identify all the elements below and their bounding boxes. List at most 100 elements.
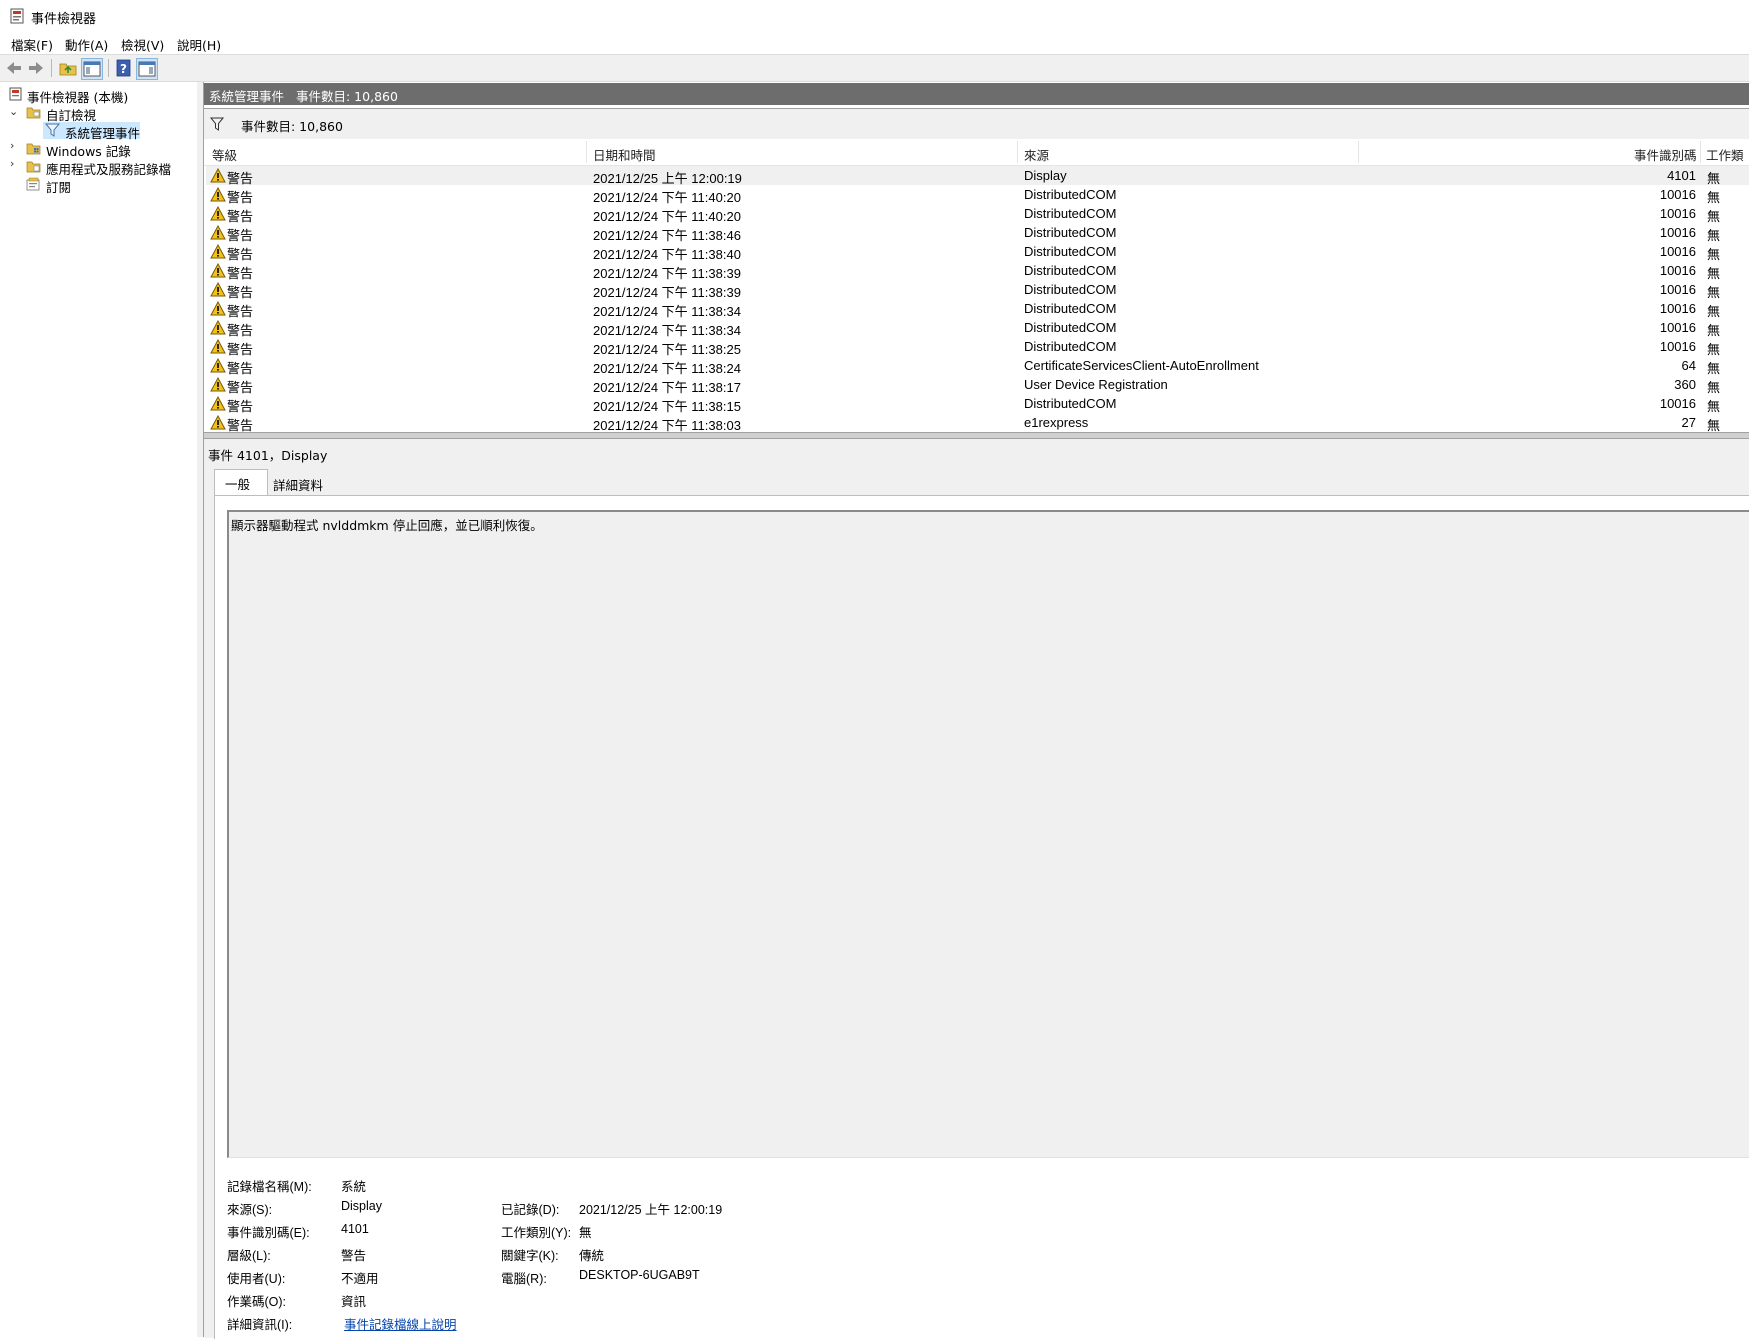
event-row[interactable]: 警告 2021/12/24 下午 11:38:25 DistributedCOM 10… [206, 337, 1749, 357]
event-row[interactable]: 警告 2021/12/24 下午 11:38:03 e1rexpress 27 無 [206, 413, 1749, 432]
cell-source: CertificateServicesClient-AutoEnrollment [1024, 358, 1259, 373]
tree-item-subscriptions[interactable]: 訂閱 [26, 176, 186, 195]
label-event-id: 事件識別碼(E): [227, 1226, 310, 1240]
more-info-link[interactable]: 事件記錄檔線上說明 [344, 1314, 457, 1333]
filter-icon [45, 123, 60, 137]
forward-arrow-icon[interactable] [26, 58, 46, 78]
back-arrow-icon[interactable] [4, 58, 24, 78]
tree-item-admin-events[interactable]: 系統管理事件 [43, 122, 140, 141]
show-hide-action-pane-icon[interactable] [136, 58, 158, 80]
warning-icon [210, 358, 226, 373]
chevron-right-icon[interactable]: › [10, 157, 14, 170]
label-log-name: 記錄檔名稱(M): [227, 1180, 312, 1194]
warning-icon [210, 396, 226, 411]
event-row[interactable]: 警告 2021/12/24 下午 11:38:34 DistributedCOM 10… [206, 318, 1749, 338]
warning-icon [210, 225, 226, 240]
label-keywords: 關鍵字(K): [501, 1249, 559, 1263]
tree-item-label: 訂閱 [46, 180, 72, 195]
value-logged: 2021/12/25 上午 12:00:19 [579, 1203, 723, 1217]
help-icon[interactable]: ? [114, 58, 134, 78]
warning-icon [210, 320, 226, 335]
cell-source: DistributedCOM [1024, 282, 1117, 297]
label-computer: 電腦(R): [501, 1272, 547, 1286]
svg-text:?: ? [120, 62, 127, 76]
column-separator[interactable] [1700, 141, 1701, 163]
folder-up-icon[interactable] [58, 58, 78, 78]
warning-icon [210, 377, 226, 392]
chevron-right-icon[interactable]: › [10, 139, 14, 152]
cell-event-id: 10016 [1659, 282, 1696, 297]
label-user: 使用者(U): [227, 1272, 286, 1286]
value-computer: DESKTOP-6UGAB9T [579, 1268, 700, 1282]
tree-item-app-service-logs[interactable]: 應用程式及服務記錄檔 [26, 158, 196, 177]
folder-icon [26, 107, 41, 119]
event-row[interactable]: 警告 2021/12/24 下午 11:38:39 DistributedCOM 10… [206, 280, 1749, 300]
cell-source: Display [1024, 168, 1067, 183]
tab-general[interactable]: 一般 [214, 469, 268, 496]
pane-splitter[interactable] [197, 82, 204, 1337]
value-user: 不適用 [341, 1272, 379, 1286]
filter-bar: 事件數目: 10,860 [204, 108, 1749, 140]
warning-icon [210, 339, 226, 354]
event-row[interactable]: 警告 2021/12/24 下午 11:38:17 User Device Regi… [206, 375, 1749, 395]
event-description: 顯示器驅動程式 nvlddmkm 停止回應，並已順利恢復。 [231, 518, 543, 533]
cell-source: DistributedCOM [1024, 187, 1117, 202]
event-row[interactable]: 警告 2021/12/24 下午 11:40:20 DistributedCOM 10… [206, 185, 1749, 205]
show-hide-console-tree-icon[interactable] [81, 58, 103, 80]
menu-view[interactable]: 檢視(V) [121, 35, 164, 54]
cell-event-id: 27 [1681, 415, 1696, 430]
column-header-event-id[interactable]: 事件識別碼 [1634, 145, 1697, 164]
tab-label: 一般 [225, 477, 251, 492]
event-row[interactable]: 警告 2021/12/24 下午 11:38:40 DistributedCOM 10… [206, 242, 1749, 262]
warning-icon [210, 301, 226, 316]
pane-event-count: 事件數目: 10,860 [296, 89, 398, 104]
column-header-datetime[interactable]: 日期和時間 [593, 145, 656, 164]
folder-log-icon [26, 161, 41, 173]
label-opcode: 作業碼(O): [227, 1295, 287, 1309]
label-task-category: 工作類別(Y): [501, 1226, 572, 1240]
tab-general-body: 顯示器驅動程式 nvlddmkm 停止回應，並已順利恢復。 記錄檔名稱(M): … [214, 495, 1749, 1339]
toolbar-separator [108, 59, 109, 77]
warning-icon [210, 282, 226, 297]
event-detail-title: 事件 4101，Display [208, 448, 328, 463]
menu-file[interactable]: 檔案(F) [11, 35, 53, 54]
folder-windows-icon [26, 143, 41, 155]
event-row[interactable]: 警告 2021/12/24 下午 11:38:46 DistributedCOM 10… [206, 223, 1749, 243]
value-log-name: 系統 [341, 1180, 367, 1194]
menu-action[interactable]: 動作(A) [65, 35, 108, 54]
column-header-level[interactable]: 等級 [212, 145, 237, 164]
tree-item-root[interactable]: 事件檢視器 (本機) [8, 86, 193, 105]
warning-icon [210, 168, 226, 183]
tree-item-custom-views[interactable]: 自訂檢視 [26, 104, 186, 123]
cell-source: DistributedCOM [1024, 206, 1117, 221]
menu-help[interactable]: 說明(H) [177, 35, 221, 54]
warning-icon [210, 263, 226, 278]
tab-details[interactable]: 詳細資料 [267, 471, 329, 495]
column-header-source[interactable]: 來源 [1024, 145, 1049, 164]
event-row[interactable]: 警告 2021/12/24 下午 11:40:20 DistributedCOM 10… [206, 204, 1749, 224]
cell-event-id: 10016 [1659, 263, 1696, 278]
column-separator[interactable] [586, 141, 587, 163]
event-list-header: 等級 日期和時間 來源 事件識別碼 工作類別 [204, 139, 1749, 182]
cell-event-id: 10016 [1659, 396, 1696, 411]
chevron-down-icon[interactable]: ⌄ [9, 105, 18, 118]
event-row[interactable]: 警告 2021/12/24 下午 11:38:24 CertificateServi… [206, 356, 1749, 376]
event-row[interactable]: 警告 2021/12/25 上午 12:00:19 Display 4101 無 [206, 166, 1749, 186]
tree-item-windows-logs[interactable]: Windows 記錄 [26, 140, 186, 159]
event-description-box[interactable]: 顯示器驅動程式 nvlddmkm 停止回應，並已順利恢復。 [227, 510, 1749, 1158]
label-level: 層級(L): [227, 1249, 271, 1263]
column-separator[interactable] [1017, 141, 1018, 163]
value-source: Display [341, 1199, 382, 1213]
cell-event-id: 10016 [1659, 320, 1696, 335]
filter-icon [210, 117, 224, 131]
event-row[interactable]: 警告 2021/12/24 下午 11:38:39 DistributedCOM 10… [206, 261, 1749, 281]
value-event-id: 4101 [341, 1222, 369, 1236]
cell-event-id: 64 [1681, 358, 1696, 373]
column-separator[interactable] [1358, 141, 1359, 163]
cell-source: DistributedCOM [1024, 339, 1117, 354]
event-viewer-icon [9, 87, 22, 101]
cell-source: DistributedCOM [1024, 263, 1117, 278]
event-row[interactable]: 警告 2021/12/24 下午 11:38:34 DistributedCOM 10… [206, 299, 1749, 319]
event-list: 等級 日期和時間 來源 事件識別碼 工作類別 警告2021/12/25 上午 1… [204, 139, 1749, 433]
event-row[interactable]: 警告 2021/12/24 下午 11:38:15 DistributedCOM 10… [206, 394, 1749, 414]
